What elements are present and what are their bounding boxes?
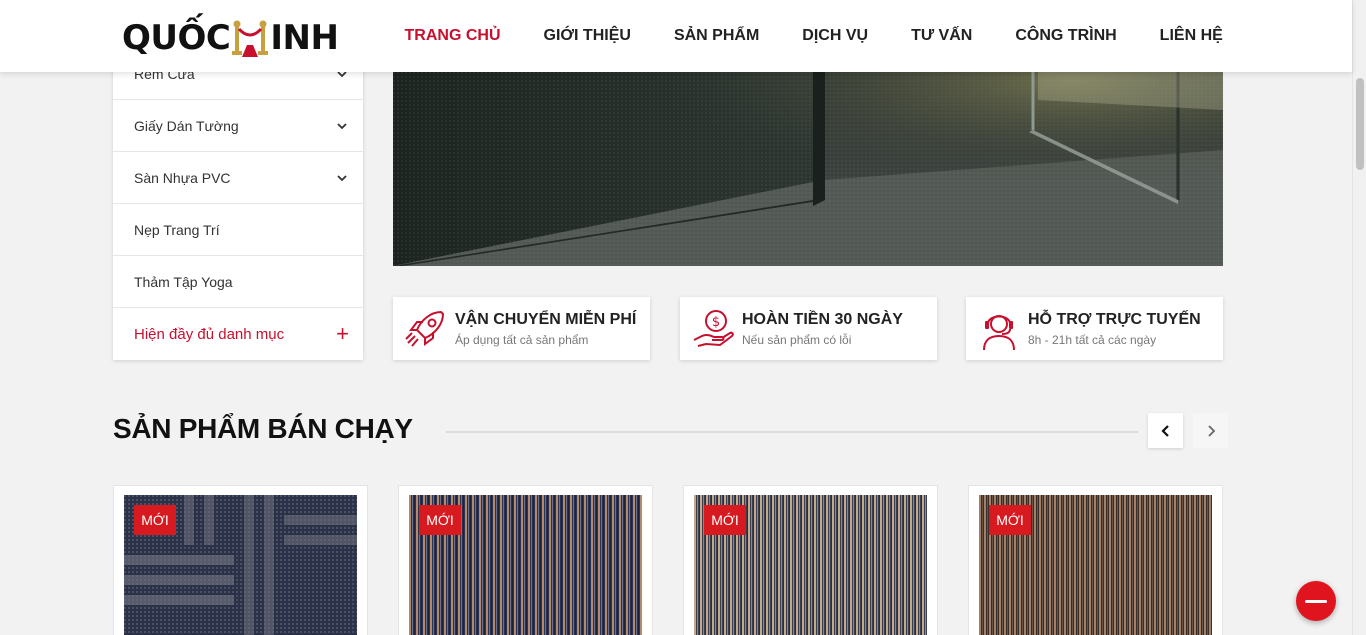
feature-online-support: HỖ TRỢ TRỰC TUYẾN 8h - 21h tất cả các ng… <box>966 297 1223 360</box>
page-scrollbar[interactable] <box>1352 0 1366 635</box>
sidebar-item-label: Giấy Dán Tường <box>134 117 239 134</box>
carousel-next-button[interactable] <box>1193 413 1228 448</box>
product-card[interactable]: MỚI <box>113 485 368 635</box>
main-nav: TRANG CHỦ GIỚI THIỆU SẢN PHẨM DỊCH VỤ TƯ… <box>383 0 1244 72</box>
sidebar-item-label: Sàn Nhựa PVC <box>134 169 231 186</box>
feature-free-shipping: VẬN CHUYỂN MIỄN PHÍ Áp dụng tất cả sản p… <box>393 297 650 360</box>
new-badge: MỚI <box>989 505 1031 535</box>
floating-contact-button[interactable] <box>1296 581 1336 621</box>
hero-banner[interactable] <box>393 60 1223 266</box>
carousel-prev-button[interactable] <box>1148 413 1183 448</box>
sidebar-item-label: Nẹp Trang Trí <box>134 221 220 238</box>
new-badge: MỚI <box>134 505 176 535</box>
nav-item-home[interactable]: TRANG CHỦ <box>383 27 522 45</box>
red-carpet-logo-icon <box>232 20 269 57</box>
nav-item-projects[interactable]: CÔNG TRÌNH <box>994 27 1138 45</box>
section-title: SẢN PHẨM BÁN CHẠY <box>113 413 413 444</box>
carpet-office-banner-image <box>393 60 1223 266</box>
nav-item-about[interactable]: GIỚI THIỆU <box>522 27 652 45</box>
feature-title: HỖ TRỢ TRỰC TUYẾN <box>1028 310 1201 328</box>
support-agent-icon <box>983 314 1015 350</box>
money-hand-icon: $ <box>693 309 734 347</box>
nav-item-services[interactable]: DỊCH VỤ <box>781 27 890 45</box>
feature-title: HOÀN TIỀN 30 NGÀY <box>742 310 903 328</box>
logo-text-right: INH <box>270 18 339 58</box>
feature-text: VẬN CHUYỂN MIỄN PHÍ Áp dụng tất cả sản p… <box>455 311 636 347</box>
chevron-left-icon <box>1160 424 1169 437</box>
product-card[interactable]: MỚI <box>968 485 1223 635</box>
plus-icon: + <box>336 321 349 346</box>
logo-text-left: QUỐC <box>122 18 231 58</box>
show-all-categories-button[interactable]: Hiện đầy đủ danh mục + <box>113 308 363 360</box>
nav-item-consulting[interactable]: TƯ VẤN <box>890 27 994 45</box>
show-all-label: Hiện đầy đủ danh mục <box>134 325 285 343</box>
feature-subtitle: Áp dụng tất cả sản phẩm <box>455 332 589 347</box>
site-logo[interactable]: QUỐC INH <box>122 18 339 58</box>
new-badge: MỚI <box>419 505 461 535</box>
feature-subtitle: 8h - 21h tất cả các ngày <box>1028 332 1157 347</box>
nav-item-contact[interactable]: LIÊN HỆ <box>1138 27 1244 45</box>
chevron-down-icon[interactable] <box>335 119 349 133</box>
svg-text:$: $ <box>712 315 720 330</box>
chevron-down-icon[interactable] <box>335 171 349 185</box>
feature-title: VẬN CHUYỂN MIỄN PHÍ <box>455 310 637 328</box>
category-sidebar: Rèm Cửa Giấy Dán Tường Sàn Nhựa PVC Nẹp … <box>113 48 363 360</box>
sidebar-item-wallpaper[interactable]: Giấy Dán Tường <box>113 100 363 152</box>
feature-text: HỖ TRỢ TRỰC TUYẾN 8h - 21h tất cả các ng… <box>1028 311 1201 347</box>
scrollbar-thumb[interactable] <box>1356 78 1364 170</box>
sidebar-item-trim[interactable]: Nẹp Trang Trí <box>113 204 363 256</box>
product-card[interactable]: MỚI <box>398 485 653 635</box>
sidebar-item-pvc-flooring[interactable]: Sàn Nhựa PVC <box>113 152 363 204</box>
new-badge: MỚI <box>704 505 746 535</box>
sidebar-item-label: Thảm Tập Yoga <box>134 273 233 290</box>
section-divider <box>446 431 1138 433</box>
chevron-right-icon <box>1207 424 1215 437</box>
rocket-icon <box>405 310 445 347</box>
site-header: QUỐC INH TRANG CHỦ GIỚI THIỆU SẢN PHẨM D… <box>0 0 1352 72</box>
product-card[interactable]: MỚI <box>683 485 938 635</box>
nav-item-products[interactable]: SẢN PHẨM <box>652 27 780 45</box>
feature-subtitle: Nếu sản phẩm có lỗi <box>742 332 852 347</box>
feature-refund: $ HOÀN TIỀN 30 NGÀY Nếu sản phẩm có lỗi <box>680 297 937 360</box>
feature-text: HOÀN TIỀN 30 NGÀY Nếu sản phẩm có lỗi <box>742 311 903 347</box>
sidebar-item-yoga-mat[interactable]: Thảm Tập Yoga <box>113 256 363 308</box>
minus-icon <box>1305 599 1327 603</box>
